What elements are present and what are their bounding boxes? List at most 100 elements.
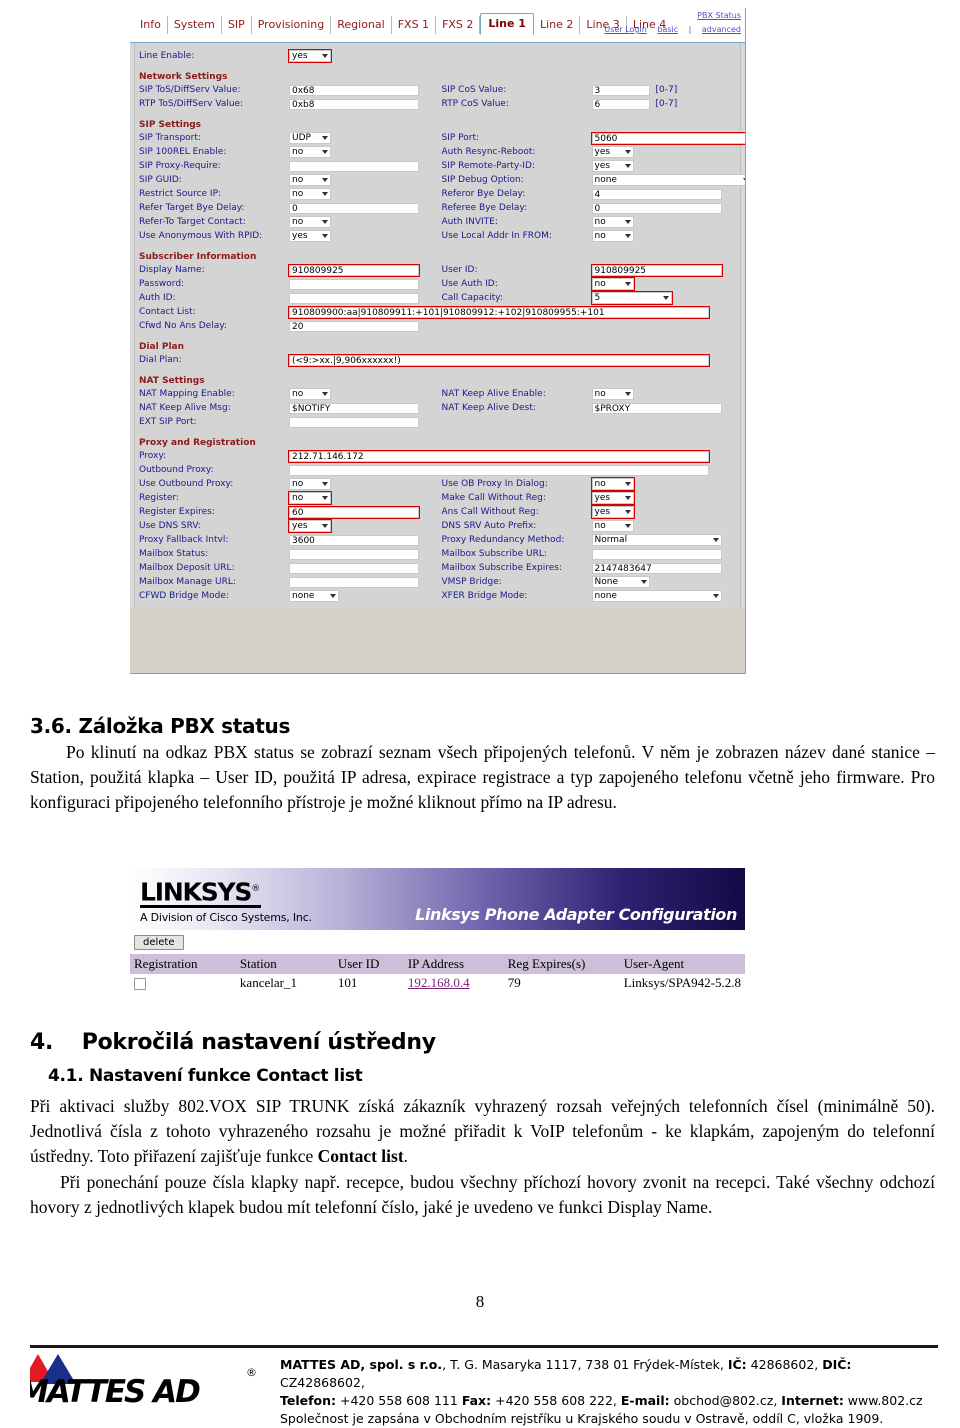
tab-info[interactable]: Info	[134, 16, 168, 34]
field-cell: RTP ToS/DiffServ Value: 0xb8	[135, 97, 438, 111]
sip-cos-value-input[interactable]: 3	[591, 84, 650, 96]
refer-to-target-contact-select[interactable]: no	[289, 216, 331, 228]
field-label: Use Local Addr In FROM:	[441, 231, 552, 241]
sip-port-input[interactable]: 5060	[590, 131, 745, 145]
config-row: Use Outbound Proxy: no Use OB Proxy In Dia…	[135, 477, 740, 491]
vmsp-bridge-select[interactable]: None	[591, 576, 650, 588]
password-input[interactable]	[289, 278, 419, 290]
vmsp-bridge-value: None	[594, 577, 618, 587]
call-capacity-select[interactable]: 5	[590, 291, 673, 305]
nat-keep-alive-enable-select[interactable]: no	[591, 388, 634, 400]
tab-fxs-1[interactable]: FXS 1	[392, 16, 437, 34]
mailbox-status-input[interactable]	[289, 548, 419, 560]
nat-mapping-enable-select[interactable]: no	[289, 388, 331, 400]
field-cell: SIP ToS/DiffServ Value: 0x68	[135, 83, 438, 97]
use-anonymous-with-rpid-select[interactable]: yes	[289, 230, 331, 242]
field-control: 6 [0-7]	[591, 98, 741, 111]
restrict-source-ip-select[interactable]: no	[289, 188, 331, 200]
cfwd-bridge-mode-select[interactable]: none	[289, 590, 339, 602]
rtp-cos-value-input[interactable]: 6	[591, 98, 650, 110]
field-control: no	[591, 230, 741, 243]
tab-regional[interactable]: Regional	[331, 16, 392, 34]
outbound-proxy-input[interactable]	[289, 464, 709, 476]
rtp-tos-diffserv-value-input[interactable]: 0xb8	[289, 98, 419, 110]
use-local-addr-in-from-select[interactable]: no	[591, 230, 634, 242]
line-enable-select[interactable]: yes	[288, 49, 332, 63]
field-control: None	[591, 576, 741, 589]
basic-mode-link[interactable]: basic	[657, 25, 678, 34]
field-label: Auth ID:	[139, 293, 176, 303]
use-auth-id-select[interactable]: no	[590, 277, 635, 291]
config-row: Display Name: 910809925 User ID: 910809925	[135, 263, 740, 277]
sip-remote-party-id-select[interactable]: yes	[591, 160, 634, 172]
contact-list-input[interactable]: 910809900:aa|910809911:+101|910809912:+1…	[288, 305, 710, 319]
field-cell: Proxy Redundancy Method: Normal	[438, 533, 741, 547]
group-dial-plan: Dial Plan Dial Plan: (<9:>xx.|9,906xxxxxx!…	[134, 339, 741, 373]
pbx-status-link[interactable]: PBX Status	[596, 10, 741, 22]
tab-line-1[interactable]: Line 1	[480, 13, 534, 35]
mailbox-subscribe-expires-input[interactable]: 2147483647	[591, 562, 722, 574]
auth-id-input[interactable]	[289, 292, 419, 304]
registration-checkbox[interactable]	[134, 978, 146, 991]
field-label: Call Capacity:	[441, 293, 503, 303]
pbx-status-table: Registration Station User ID IP Address Reg …	[130, 954, 745, 992]
user-id-input[interactable]: 910809925	[590, 263, 723, 277]
delete-button[interactable]: delete	[134, 935, 184, 950]
display-name-input[interactable]: 910809925	[288, 263, 420, 277]
field-label: SIP Remote-Party-ID:	[441, 161, 535, 171]
use-outbound-proxy-select[interactable]: no	[289, 478, 331, 490]
mailbox-subscribe-url-input[interactable]	[591, 548, 722, 560]
register-select[interactable]: no	[288, 491, 332, 505]
use-dns-srv-select[interactable]: yes	[288, 519, 332, 533]
advanced-mode-link[interactable]: advanced	[702, 25, 741, 34]
tab-fxs-2[interactable]: FXS 2	[436, 16, 481, 34]
paragraph-4-1-text-a: Při aktivaci služby 802.VOX SIP TRUNK zí…	[30, 1096, 935, 1166]
proxy-input[interactable]: 212.71.146.172	[288, 449, 710, 463]
use-ob-proxy-in-dialog-select[interactable]: no	[590, 477, 635, 491]
sip-guid-select[interactable]: no	[289, 174, 331, 186]
proxy-redundancy-method-select[interactable]: Normal	[591, 534, 722, 546]
ans-call-without-reg-select[interactable]: yes	[590, 505, 635, 519]
tab-line-2[interactable]: Line 2	[534, 16, 581, 34]
tab-provisioning[interactable]: Provisioning	[252, 16, 332, 34]
registered-mark-icon: ®	[251, 884, 260, 894]
refer-target-bye-delay-input[interactable]: 0	[289, 202, 419, 214]
ext-sip-port-input[interactable]	[289, 416, 419, 428]
mailbox-manage-url-input[interactable]	[289, 576, 419, 588]
nat-keep-alive-msg-input[interactable]: $NOTIFY	[289, 402, 419, 414]
dns-srv-auto-prefix-select[interactable]: no	[591, 520, 634, 532]
sip-tos-diffserv-value-input[interactable]: 0x68	[289, 84, 419, 96]
refer-to-target-contact-value: no	[292, 217, 304, 227]
nat-keep-alive-dest-input[interactable]: $PROXY	[591, 402, 722, 414]
referor-bye-delay-input[interactable]: 4	[591, 188, 722, 200]
field-label: Refer-To Target Contact:	[139, 217, 246, 227]
paragraph-4-1-second: Při ponechání pouze čísla klapky např. r…	[30, 1172, 935, 1217]
dial-plan-input[interactable]: (<9:>xx.|9,906xxxxxx!)	[288, 353, 710, 367]
proxy-fallback-intvl-input[interactable]: 3600	[289, 534, 419, 546]
field-control	[289, 160, 438, 173]
tab-sip[interactable]: SIP	[222, 16, 252, 34]
tab-system[interactable]: System	[168, 16, 222, 34]
field-control: no	[289, 188, 438, 201]
sip-debug-option-select[interactable]: none	[591, 174, 745, 186]
xfer-bridge-mode-select[interactable]: none	[591, 590, 722, 602]
register-expires-input[interactable]: 60	[288, 505, 420, 519]
auth-invite-select[interactable]: no	[591, 216, 634, 228]
field-cell: Cfwd No Ans Delay: 20	[135, 319, 438, 333]
cfwd-no-ans-delay-input[interactable]: 20	[289, 320, 419, 332]
sip-proxy-require-input[interactable]	[289, 160, 419, 172]
ip-address-link[interactable]: 192.168.0.4	[408, 975, 470, 990]
field-control: 5	[590, 291, 741, 305]
user-login-link[interactable]: User Login	[604, 25, 646, 34]
xfer-bridge-mode-value: none	[594, 591, 617, 601]
field-cell: Contact List: 910809900:aa|910809911:+101…	[135, 305, 740, 319]
field-control: UDP	[289, 132, 438, 145]
mailbox-deposit-url-input[interactable]	[289, 562, 419, 574]
reg-expires-cell: 79	[503, 974, 620, 992]
auth-resync-reboot-select[interactable]: yes	[591, 146, 634, 158]
make-call-without-reg-select[interactable]: yes	[590, 491, 635, 505]
field-cell: DNS SRV Auto Prefix: no	[438, 519, 741, 533]
sip-transport-select[interactable]: UDP	[289, 132, 331, 144]
referee-bye-delay-input[interactable]: 0	[591, 202, 722, 214]
sip-100rel-enable-select[interactable]: no	[289, 146, 331, 158]
